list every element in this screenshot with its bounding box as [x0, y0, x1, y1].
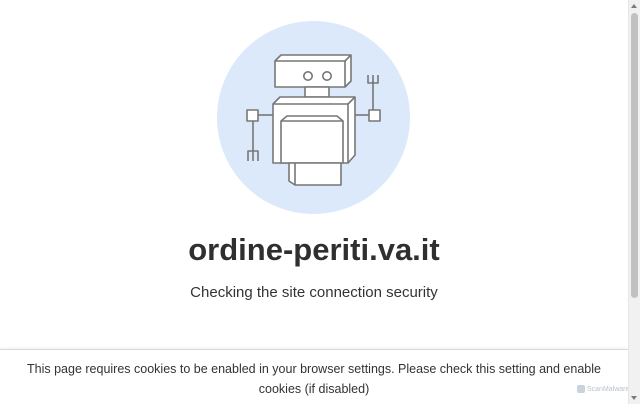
robot-illustration [217, 21, 410, 214]
cookie-notice-text: This page requires cookies to be enabled… [27, 362, 601, 396]
scanmalware-badge-label: ScanMalware [587, 385, 630, 393]
vertical-scrollbar[interactable] [628, 0, 640, 404]
scroll-up-arrow-icon[interactable] [631, 4, 637, 8]
robot-icon [217, 21, 410, 214]
scanmalware-logo-icon [577, 385, 585, 393]
page: ordine-periti.va.it Checking the site co… [0, 0, 640, 404]
cookie-notice-bar: This page requires cookies to be enabled… [0, 349, 628, 404]
status-message: Checking the site connection security [190, 284, 438, 301]
scrollbar-thumb[interactable] [631, 13, 638, 298]
main-content: ordine-periti.va.it Checking the site co… [0, 0, 629, 404]
scroll-down-arrow-icon[interactable] [631, 396, 637, 400]
scanmalware-badge[interactable]: ScanMalware [577, 383, 629, 395]
site-title: ordine-periti.va.it [188, 232, 440, 267]
